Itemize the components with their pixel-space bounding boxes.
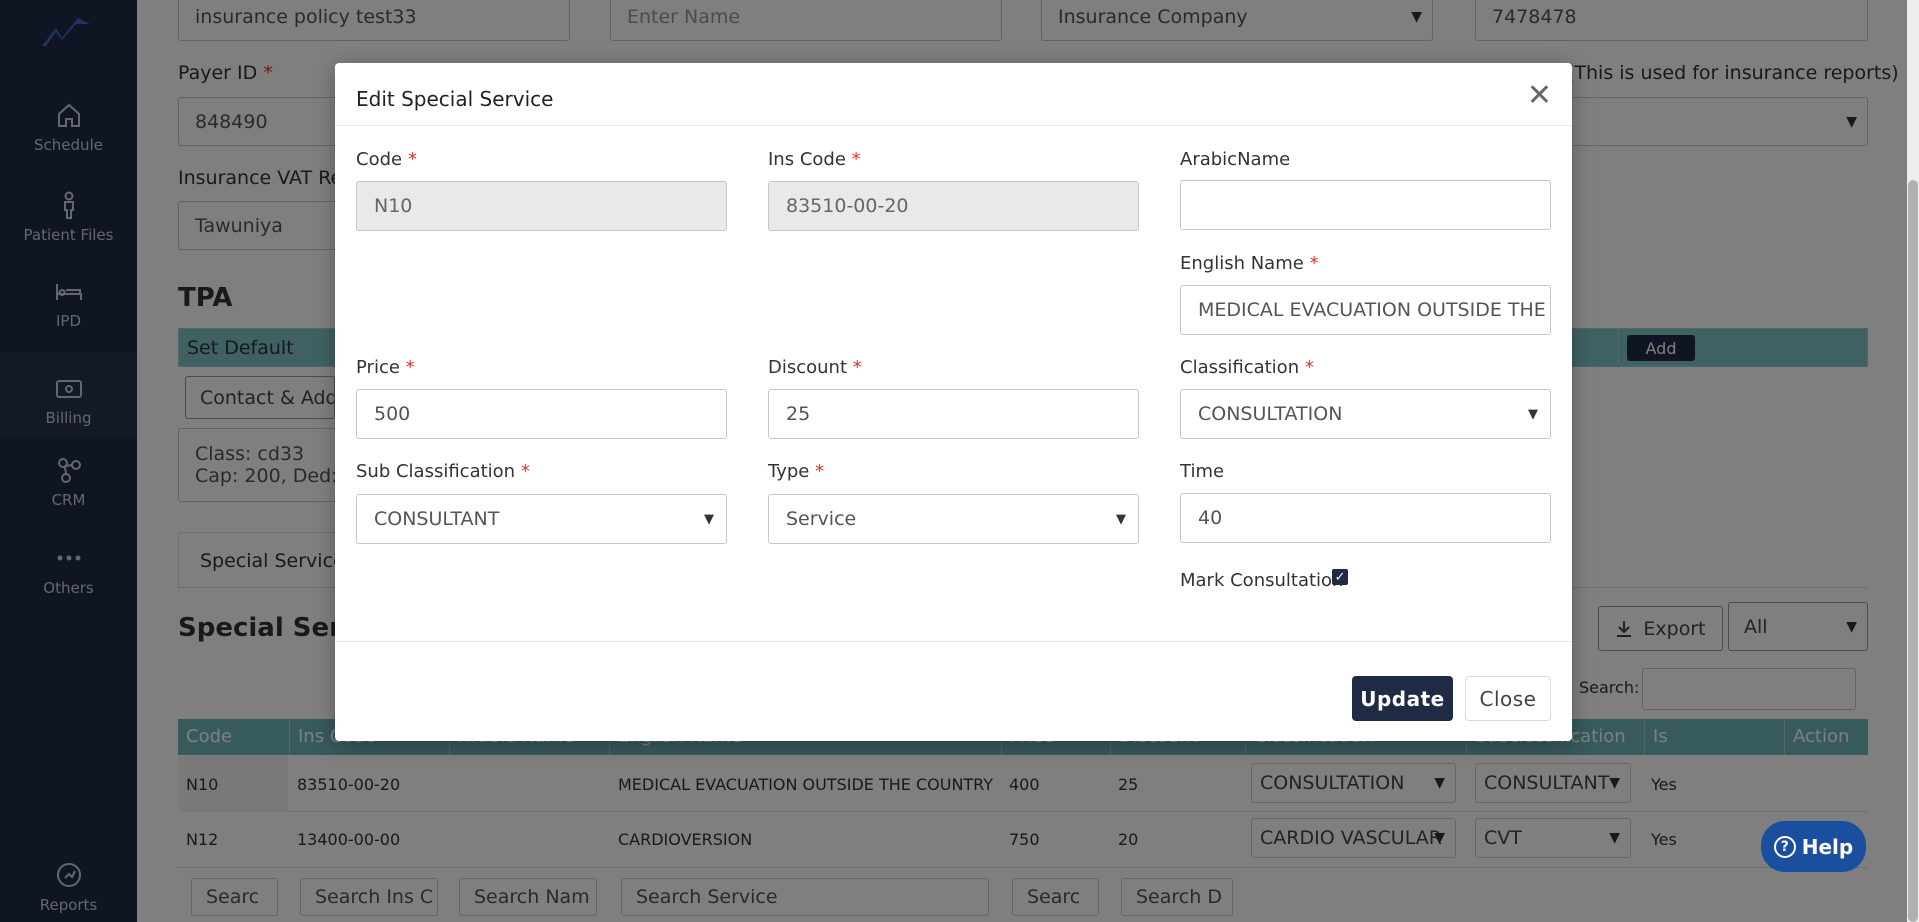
code-input[interactable]: N10 xyxy=(356,181,727,231)
required-marker: * xyxy=(851,149,861,170)
type-label: Type * xyxy=(768,461,824,482)
price-label: Price * xyxy=(356,357,415,378)
required-marker: * xyxy=(405,357,415,378)
classification-label: Classification * xyxy=(1180,357,1314,378)
chevron-down-icon: ▼ xyxy=(1116,512,1126,527)
question-icon: ? xyxy=(1773,835,1796,858)
time-label: Time xyxy=(1180,461,1225,482)
close-icon[interactable]: ✕ xyxy=(1527,81,1552,111)
help-button[interactable]: ? Help xyxy=(1761,821,1866,872)
code-label: Code * xyxy=(356,149,417,170)
english-name-label: English Name * xyxy=(1180,253,1319,274)
ins-code-label-text: Ins Code xyxy=(768,149,846,170)
price-label-text: Price xyxy=(356,357,400,378)
modal-footer: Update Close xyxy=(335,641,1572,741)
update-button[interactable]: Update xyxy=(1352,676,1453,721)
page-scrollbar[interactable] xyxy=(1907,0,1919,922)
type-label-text: Type xyxy=(768,461,810,482)
mark-consultation-label: Mark Consultation xyxy=(1180,570,1344,591)
ins-code-input[interactable]: 83510-00-20 xyxy=(768,181,1139,231)
scrollbar-thumb[interactable] xyxy=(1908,180,1918,922)
classification-select[interactable]: CONSULTATION ▼ xyxy=(1180,389,1551,439)
mark-consultation-checkbox[interactable]: ✓ xyxy=(1332,569,1348,585)
help-label: Help xyxy=(1801,834,1854,859)
discount-label-text: Discount xyxy=(768,357,848,378)
chevron-down-icon: ▼ xyxy=(704,512,714,527)
required-marker: * xyxy=(1304,357,1314,378)
sub-classification-select[interactable]: CONSULTANT ▼ xyxy=(356,494,727,544)
sub-classification-label: Sub Classification * xyxy=(356,461,530,482)
discount-label: Discount * xyxy=(768,357,862,378)
required-marker: * xyxy=(1309,253,1319,274)
close-button[interactable]: Close xyxy=(1465,676,1551,721)
required-marker: * xyxy=(520,461,530,482)
arabic-name-label: ArabicName xyxy=(1180,149,1291,170)
modal-header: Edit Special Service ✕ xyxy=(335,63,1572,126)
edit-special-service-modal: Edit Special Service ✕ Code * N10 Ins Co… xyxy=(335,63,1572,741)
code-label-text: Code xyxy=(356,149,403,170)
type-select[interactable]: Service ▼ xyxy=(768,494,1139,544)
ins-code-label: Ins Code * xyxy=(768,149,861,170)
english-name-label-text: English Name xyxy=(1180,253,1304,274)
english-name-input[interactable]: MEDICAL EVACUATION OUTSIDE THE COUNTRY xyxy=(1180,285,1551,335)
sub-classification-value: CONSULTANT xyxy=(374,508,500,530)
required-marker: * xyxy=(407,149,417,170)
sub-classification-label-text: Sub Classification xyxy=(356,461,516,482)
discount-input[interactable]: 25 xyxy=(768,389,1139,439)
price-input[interactable]: 500 xyxy=(356,389,727,439)
required-marker: * xyxy=(852,357,862,378)
chevron-down-icon: ▼ xyxy=(1528,407,1538,422)
required-marker: * xyxy=(815,461,825,482)
classification-label-text: Classification xyxy=(1180,357,1300,378)
type-value: Service xyxy=(786,508,857,530)
modal-title: Edit Special Service xyxy=(356,87,554,111)
classification-value: CONSULTATION xyxy=(1198,403,1343,425)
time-input[interactable]: 40 xyxy=(1180,493,1551,543)
arabic-name-input[interactable] xyxy=(1180,180,1551,230)
